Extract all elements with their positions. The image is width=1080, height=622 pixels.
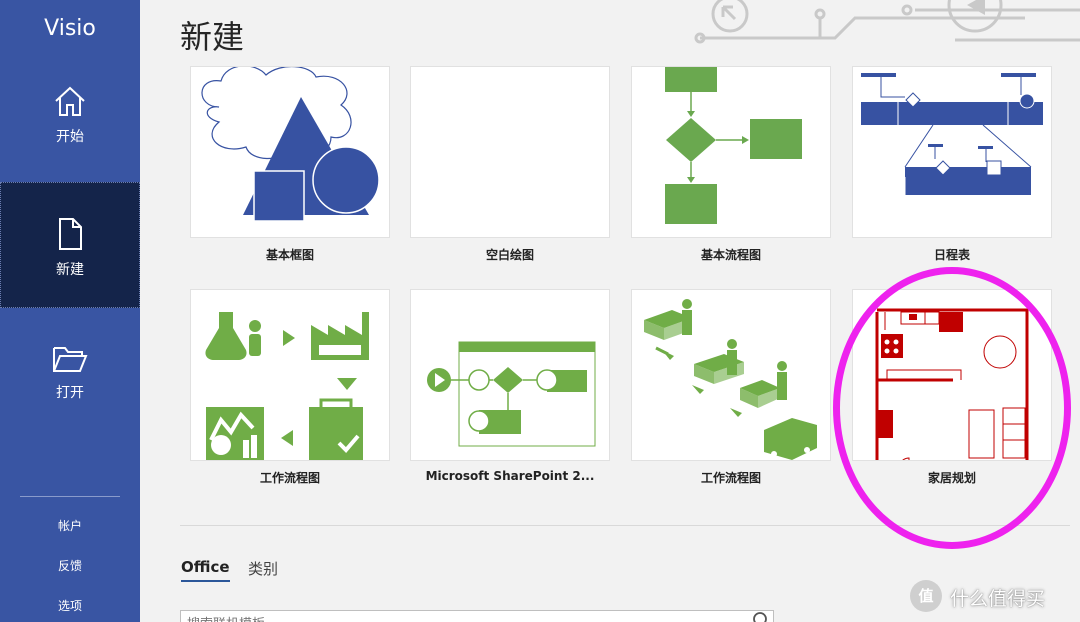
template-label: 基本流程图 bbox=[700, 248, 761, 262]
tab-categories[interactable]: 类别 bbox=[248, 558, 278, 579]
section-divider bbox=[180, 525, 1070, 526]
template-label: 日程表 bbox=[933, 248, 970, 262]
app-title: Visio bbox=[44, 16, 96, 41]
watermark: 值 什么值得买 bbox=[910, 578, 1075, 616]
template-label: 工作流程图 bbox=[259, 471, 320, 485]
template-sharepoint-workflow[interactable]: Microsoft SharePoint 2... bbox=[410, 289, 610, 483]
options-link[interactable]: 选项 bbox=[0, 597, 140, 614]
work-flow-diagram-thumbnail bbox=[190, 289, 390, 461]
timeline-thumbnail bbox=[852, 66, 1052, 238]
account-link[interactable]: 帐户 bbox=[0, 517, 140, 534]
template-blank-drawing[interactable]: 空白绘图 bbox=[410, 66, 610, 263]
watermark-text: 什么值得买 bbox=[950, 588, 1046, 610]
nav-label-home: 开始 bbox=[56, 129, 84, 145]
nav-item-new[interactable]: 新建 bbox=[0, 182, 140, 308]
template-label: 工作流程图 bbox=[700, 471, 761, 485]
nav-label-open: 打开 bbox=[56, 385, 84, 401]
home-plan-thumbnail bbox=[852, 289, 1052, 461]
main-content: 新建 基本框图 空白绘图 基本流程图 日程表 工作流程图 Microsoft S… bbox=[140, 0, 1080, 622]
watermark-badge: 值 bbox=[910, 580, 942, 612]
home-icon bbox=[0, 84, 140, 122]
3d-work-flow-thumbnail bbox=[631, 289, 831, 461]
basic-diagram-thumbnail bbox=[190, 66, 390, 238]
search-icon[interactable] bbox=[752, 611, 770, 622]
page-title: 新建 bbox=[180, 18, 245, 56]
new-document-icon bbox=[1, 217, 139, 255]
nav-label-new: 新建 bbox=[56, 262, 84, 278]
blank-drawing-thumbnail bbox=[410, 66, 610, 238]
template-home-plan[interactable]: 家居规划 bbox=[852, 289, 1052, 486]
template-label: 基本框图 bbox=[265, 248, 314, 262]
feedback-link[interactable]: 反馈 bbox=[0, 557, 140, 574]
template-label: 空白绘图 bbox=[485, 248, 534, 262]
sharepoint-workflow-thumbnail bbox=[410, 289, 610, 461]
sidebar: Visio 开始 新建 打开 帐户 反馈 选项 bbox=[0, 0, 140, 622]
template-basic-flowchart[interactable]: 基本流程图 bbox=[631, 66, 831, 263]
search-input[interactable] bbox=[180, 610, 774, 622]
nav-item-home[interactable]: 开始 bbox=[0, 84, 140, 154]
basic-flowchart-thumbnail bbox=[631, 66, 831, 238]
template-3d-work-flow[interactable]: 工作流程图 bbox=[631, 289, 831, 486]
template-label: 家居规划 bbox=[927, 471, 976, 485]
template-basic-diagram[interactable]: 基本框图 bbox=[190, 66, 390, 263]
template-work-flow-diagram[interactable]: 工作流程图 bbox=[190, 289, 390, 486]
template-timeline[interactable]: 日程表 bbox=[852, 66, 1052, 263]
template-label: Microsoft SharePoint 2... bbox=[425, 469, 595, 483]
circuit-decoration-icon bbox=[694, 0, 1080, 44]
sidebar-divider bbox=[20, 496, 120, 497]
open-folder-icon bbox=[0, 344, 140, 378]
nav-item-open[interactable]: 打开 bbox=[0, 344, 140, 404]
tab-office[interactable]: Office bbox=[181, 558, 230, 582]
